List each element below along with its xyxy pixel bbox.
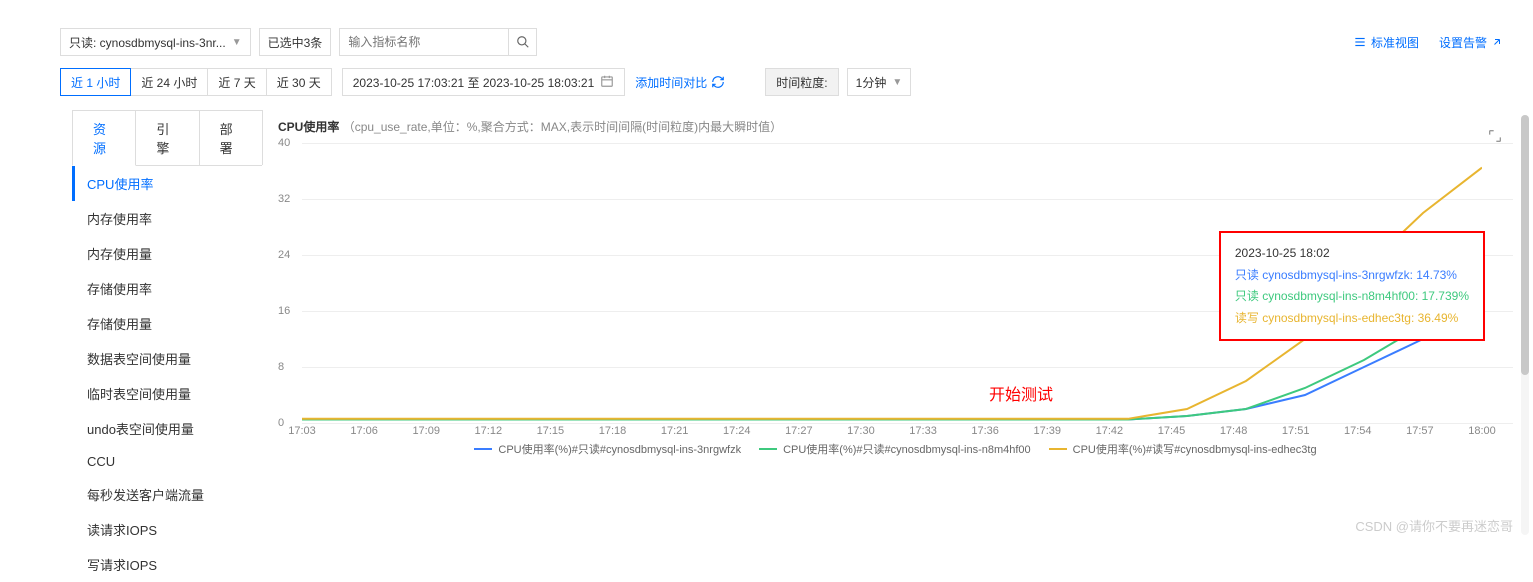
watermark: CSDN @请你不要再迷恋哥 (1355, 516, 1513, 535)
tooltip-line: 读写 cynosdbmysql-ins-edhec3tg: 36.49% (1235, 308, 1469, 330)
metric-item-0[interactable]: CPU使用率 (72, 166, 262, 201)
grid-line (302, 423, 1513, 424)
metric-item-3[interactable]: 存储使用率 (72, 271, 262, 306)
standard-view-label: 标准视图 (1371, 34, 1419, 51)
legend-label: CPU使用率(%)#只读#cynosdbmysql-ins-3nrgwfzk (498, 441, 741, 457)
search-input[interactable] (339, 28, 509, 56)
chart-body: 081624324017:0317:0617:0917:1217:1517:18… (278, 143, 1513, 483)
y-tick-label: 32 (278, 193, 290, 205)
legend-item[interactable]: CPU使用率(%)#只读#cynosdbmysql-ins-3nrgwfzk (474, 441, 741, 457)
search-icon (516, 35, 530, 49)
metric-item-10[interactable]: 读请求IOPS (72, 512, 262, 547)
metric-item-8[interactable]: CCU (72, 446, 262, 477)
y-tick-label: 8 (278, 361, 284, 373)
set-alarm-label: 设置告警 (1439, 34, 1487, 51)
chart-title-sub: （cpu_use_rate,单位：%,聚合方式：MAX,表示时间间隔(时间粒度)… (343, 120, 782, 134)
time-range-btn-3[interactable]: 近 30 天 (267, 68, 332, 96)
instance-selector[interactable]: 只读: cynosdbmysql-ins-3nr... ▼ (60, 28, 251, 56)
add-time-compare-link[interactable]: 添加时间对比 (635, 74, 725, 91)
time-range-btn-2[interactable]: 近 7 天 (208, 68, 266, 96)
metric-item-2[interactable]: 内存使用量 (72, 236, 262, 271)
time-range-btn-0[interactable]: 近 1 小时 (60, 68, 131, 96)
legend-swatch (1049, 448, 1067, 450)
tab-2[interactable]: 部署 (199, 110, 263, 165)
set-alarm-link[interactable]: 设置告警 (1439, 34, 1503, 51)
tab-0[interactable]: 资源 (72, 110, 136, 166)
chart-title-main: CPU使用率 (278, 120, 339, 134)
granularity-value: 1分钟 (856, 74, 887, 91)
list-icon (1353, 35, 1367, 49)
instance-selector-label: 只读: cynosdbmysql-ins-3nr... (69, 34, 226, 51)
calendar-icon (600, 74, 614, 91)
legend-label: CPU使用率(%)#读写#cynosdbmysql-ins-edhec3tg (1073, 441, 1317, 457)
metric-item-1[interactable]: 内存使用率 (72, 201, 262, 236)
chevron-down-icon: ▼ (232, 37, 242, 48)
tooltip-line: 只读 cynosdbmysql-ins-n8m4hf00: 17.739% (1235, 286, 1469, 308)
metric-item-5[interactable]: 数据表空间使用量 (72, 341, 262, 376)
metric-item-4[interactable]: 存储使用量 (72, 306, 262, 341)
metric-item-7[interactable]: undo表空间使用量 (72, 411, 262, 446)
expand-icon[interactable] (1487, 128, 1503, 147)
tooltip-time: 2023-10-25 18:02 (1235, 243, 1469, 265)
metric-item-11[interactable]: 写请求IOPS (72, 547, 262, 582)
chart-annotation: 开始测试 (989, 381, 1053, 405)
granularity-label: 时间粒度: (765, 68, 838, 96)
legend-item[interactable]: CPU使用率(%)#只读#cynosdbmysql-ins-n8m4hf00 (759, 441, 1031, 457)
y-tick-label: 40 (278, 137, 290, 149)
time-range-text: 2023-10-25 17:03:21 至 2023-10-25 18:03:2… (353, 74, 595, 91)
time-range-btn-1[interactable]: 近 24 小时 (131, 68, 208, 96)
y-tick-label: 16 (278, 305, 290, 317)
search-button[interactable] (509, 28, 537, 56)
chart-tooltip: 2023-10-25 18:02只读 cynosdbmysql-ins-3nrg… (1219, 231, 1485, 341)
add-compare-label: 添加时间对比 (635, 74, 707, 91)
tab-1[interactable]: 引擎 (135, 110, 199, 165)
scrollbar[interactable] (1521, 115, 1529, 535)
tooltip-line: 只读 cynosdbmysql-ins-3nrgwfzk: 14.73% (1235, 265, 1469, 287)
metric-item-6[interactable]: 临时表空间使用量 (72, 376, 262, 411)
chevron-down-icon: ▼ (892, 77, 902, 88)
chart-title: CPU使用率 （cpu_use_rate,单位：%,聚合方式：MAX,表示时间间… (278, 110, 1513, 143)
time-range-picker[interactable]: 2023-10-25 17:03:21 至 2023-10-25 18:03:2… (342, 68, 626, 96)
legend-item[interactable]: CPU使用率(%)#读写#cynosdbmysql-ins-edhec3tg (1049, 441, 1317, 457)
external-link-icon (1491, 36, 1503, 48)
granularity-selector[interactable]: 1分钟 ▼ (847, 68, 912, 96)
y-tick-label: 24 (278, 249, 290, 261)
selected-count-button[interactable]: 已选中3条 (259, 28, 332, 56)
legend-label: CPU使用率(%)#只读#cynosdbmysql-ins-n8m4hf00 (783, 441, 1031, 457)
standard-view-link[interactable]: 标准视图 (1353, 34, 1419, 51)
refresh-icon (711, 75, 725, 89)
metric-item-9[interactable]: 每秒发送客户端流量 (72, 477, 262, 512)
scrollbar-thumb[interactable] (1521, 115, 1529, 375)
legend-swatch (474, 448, 492, 450)
y-tick-label: 0 (278, 417, 284, 429)
legend-swatch (759, 448, 777, 450)
selected-count-label: 已选中3条 (268, 34, 323, 51)
chart-legend: CPU使用率(%)#只读#cynosdbmysql-ins-3nrgwfzk CP… (278, 435, 1513, 463)
